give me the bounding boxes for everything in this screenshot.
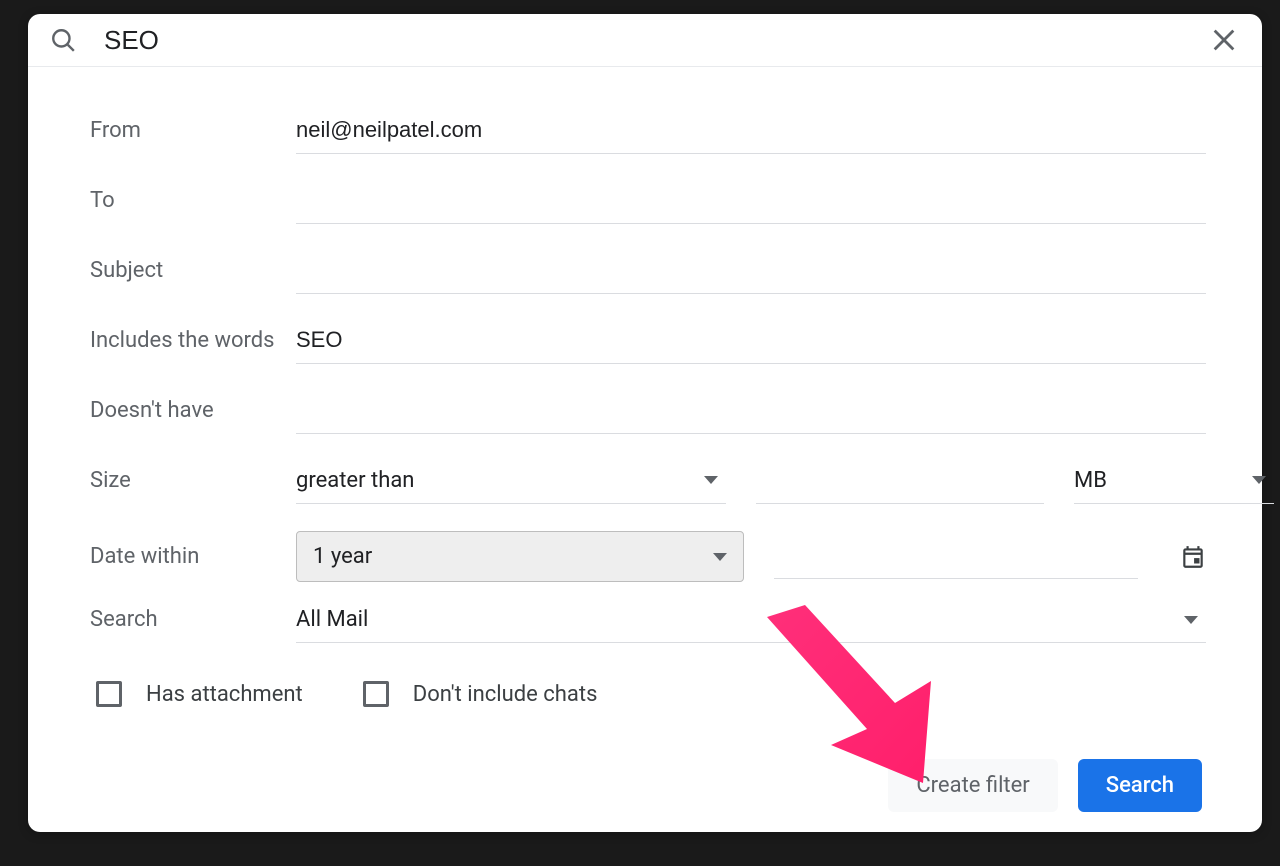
excludes-input[interactable]: [296, 391, 1206, 434]
subject-input[interactable]: [296, 251, 1206, 294]
from-label: From: [90, 118, 296, 143]
date-value-input[interactable]: [774, 535, 1138, 579]
size-row: Size greater than MB: [90, 461, 1206, 519]
subject-label: Subject: [90, 258, 296, 283]
search-icon: [50, 27, 76, 53]
search-bar: [28, 14, 1262, 67]
to-input[interactable]: [296, 181, 1206, 224]
includes-row: Includes the words: [90, 321, 1206, 379]
size-unit-dropdown[interactable]: MB: [1074, 462, 1274, 504]
chevron-down-icon: [1184, 616, 1198, 624]
includes-input[interactable]: [296, 321, 1206, 364]
size-comparator-dropdown[interactable]: greater than: [296, 462, 726, 504]
includes-label: Includes the words: [90, 328, 296, 353]
to-label: To: [90, 188, 296, 213]
date-range-value: 1 year: [313, 544, 372, 569]
action-buttons: Create filter Search: [90, 759, 1206, 812]
filter-form: From To Subject Includes the words Doesn: [28, 67, 1262, 832]
checkbox-row: Has attachment Don't include chats: [90, 681, 1206, 707]
excludes-label: Doesn't have: [90, 398, 296, 423]
search-scope-label: Search: [90, 607, 296, 632]
from-row: From: [90, 111, 1206, 169]
subject-row: Subject: [90, 251, 1206, 309]
has-attachment-label: Has attachment: [146, 682, 303, 707]
to-row: To: [90, 181, 1206, 239]
calendar-icon[interactable]: [1180, 544, 1206, 570]
chevron-down-icon: [713, 553, 727, 561]
search-scope-row: Search All Mail: [90, 601, 1206, 659]
date-row: Date within 1 year: [90, 531, 1206, 589]
close-icon[interactable]: [1210, 26, 1238, 54]
excludes-row: Doesn't have: [90, 391, 1206, 449]
exclude-chats-label: Don't include chats: [413, 682, 598, 707]
has-attachment-checkbox[interactable]: Has attachment: [96, 681, 303, 707]
checkbox-icon: [96, 681, 122, 707]
size-comparator-value: greater than: [296, 468, 414, 493]
size-unit-value: MB: [1074, 468, 1107, 493]
chevron-down-icon: [1252, 476, 1266, 484]
size-label: Size: [90, 468, 296, 493]
date-range-dropdown[interactable]: 1 year: [296, 531, 744, 582]
date-label: Date within: [90, 544, 296, 569]
search-input[interactable]: [104, 25, 1210, 56]
create-filter-button[interactable]: Create filter: [888, 759, 1057, 812]
checkbox-icon: [363, 681, 389, 707]
size-amount-input[interactable]: [756, 461, 1044, 504]
chevron-down-icon: [704, 476, 718, 484]
exclude-chats-checkbox[interactable]: Don't include chats: [363, 681, 598, 707]
search-scope-dropdown[interactable]: All Mail: [296, 601, 1206, 643]
search-scope-value: All Mail: [296, 607, 368, 632]
search-button[interactable]: Search: [1078, 759, 1202, 812]
search-filter-panel: From To Subject Includes the words Doesn: [28, 14, 1262, 832]
from-input[interactable]: [296, 111, 1206, 154]
